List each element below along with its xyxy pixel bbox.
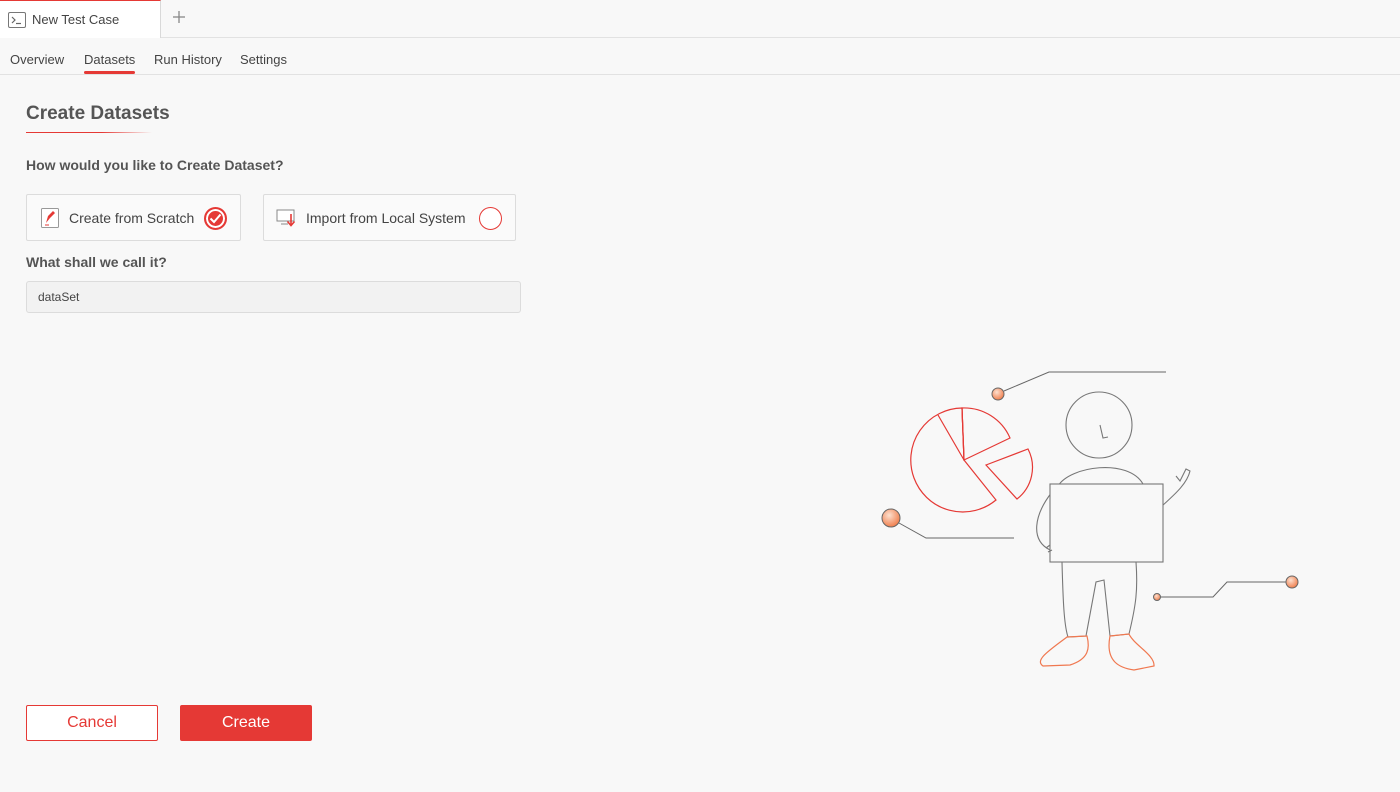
unselected-radio-icon[interactable] xyxy=(479,207,502,230)
tab-datasets[interactable]: Datasets xyxy=(84,52,136,74)
connector-dot-icon xyxy=(1285,575,1299,589)
connector-dot-icon xyxy=(991,387,1005,401)
tab-strip: New Test Case xyxy=(0,0,1400,38)
connector-dot-icon xyxy=(881,508,901,528)
dataset-name-label: What shall we call it? xyxy=(26,254,167,270)
creation-method-question: How would you like to Create Dataset? xyxy=(26,157,284,173)
dataset-illustration xyxy=(881,371,1299,671)
connector-dot-icon xyxy=(1153,593,1161,601)
tab-new-test-case[interactable]: New Test Case xyxy=(0,0,161,38)
option-label: Create from Scratch xyxy=(69,209,195,226)
page-title: Create Datasets xyxy=(26,103,170,124)
selected-check-icon[interactable] xyxy=(204,207,227,230)
person-figure-icon xyxy=(1036,391,1191,638)
import-monitor-icon xyxy=(276,207,298,229)
plus-icon xyxy=(173,11,185,23)
tab-overview[interactable]: Overview xyxy=(10,52,64,67)
cancel-button[interactable]: Cancel xyxy=(26,705,158,741)
tab-run-history[interactable]: Run History xyxy=(154,52,222,67)
sub-navigation: Overview Datasets Run History Settings xyxy=(0,38,1400,75)
create-button[interactable]: Create xyxy=(180,705,312,741)
import-from-local-option[interactable]: Import from Local System xyxy=(263,194,516,241)
pie-chart-icon xyxy=(910,407,1034,513)
option-label: Import from Local System xyxy=(306,209,466,226)
tab-settings[interactable]: Settings xyxy=(240,52,287,67)
add-tab-button[interactable] xyxy=(168,5,190,29)
title-underline xyxy=(26,132,152,133)
create-from-scratch-option[interactable]: Create from Scratch xyxy=(26,194,241,241)
shoes-icon xyxy=(1039,633,1155,671)
dataset-name-input[interactable] xyxy=(26,281,521,313)
tab-label: New Test Case xyxy=(32,12,120,27)
pencil-file-icon xyxy=(39,207,61,229)
terminal-icon xyxy=(8,11,26,28)
